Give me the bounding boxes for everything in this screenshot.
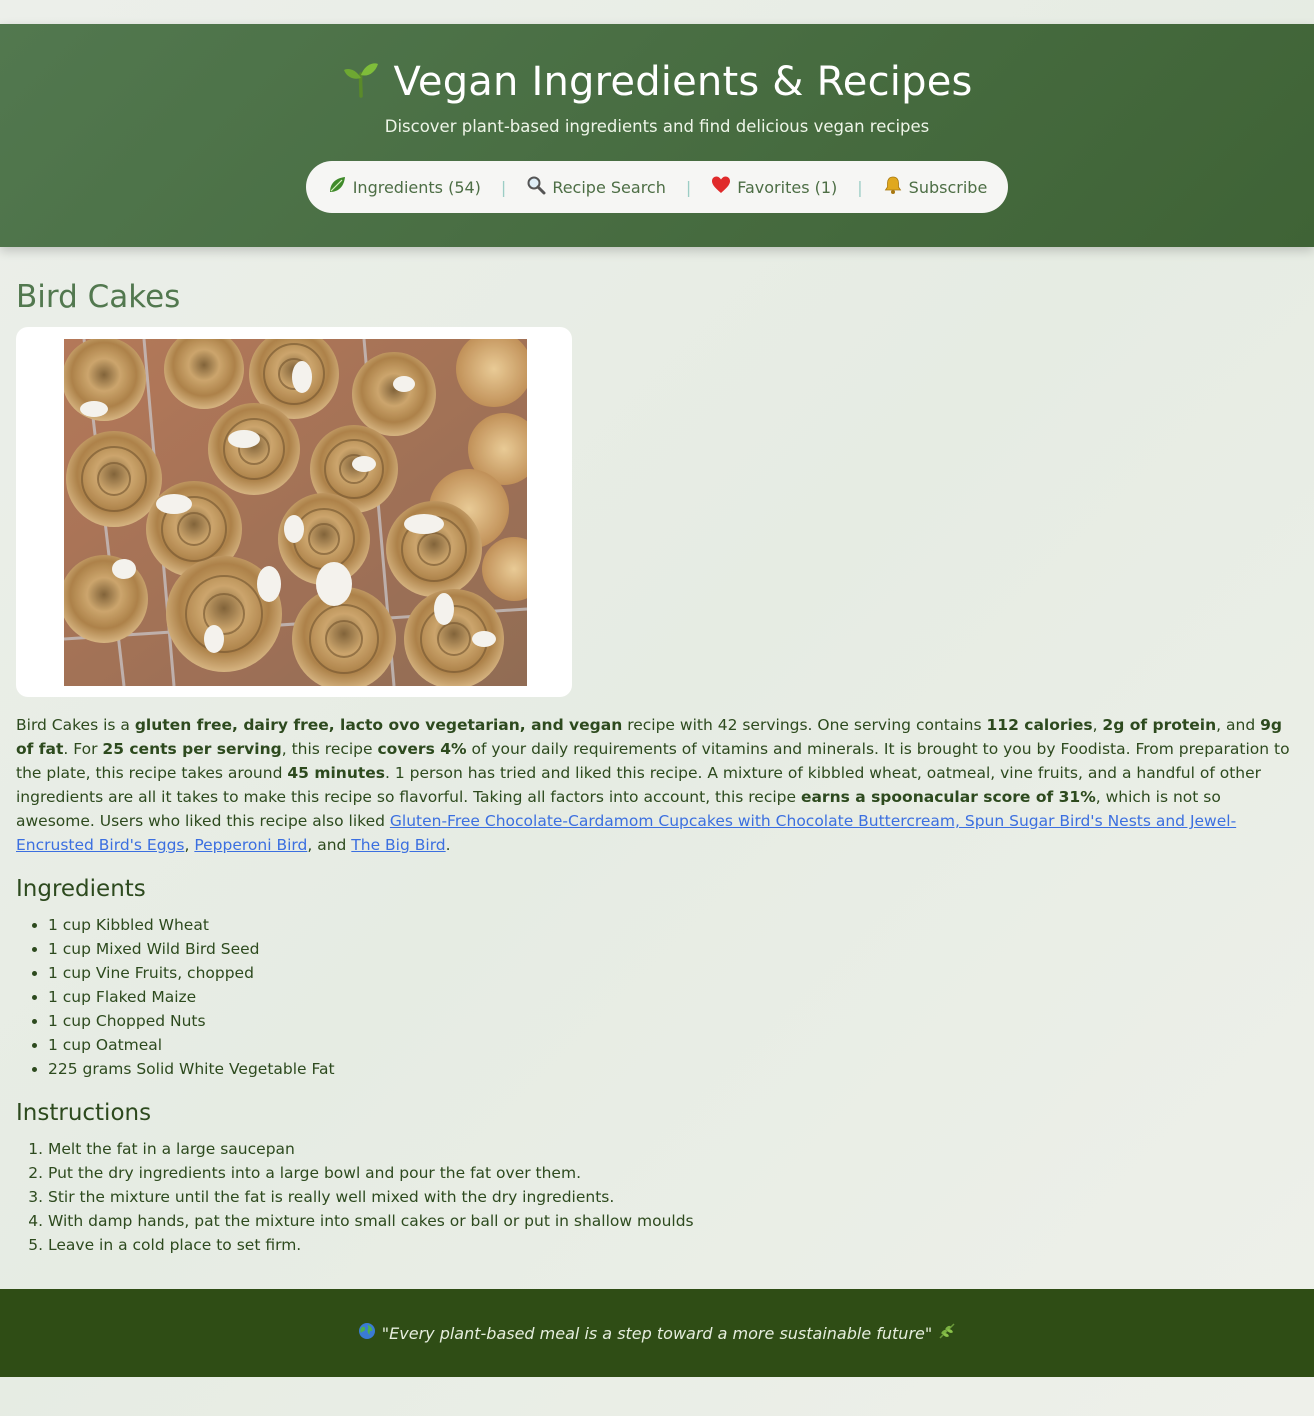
summary-text: Bird Cakes is a [16,716,135,734]
nav-ingredients[interactable]: Ingredients (54) [327,175,481,199]
site-title-text: Vegan Ingredients & Recipes [393,59,973,105]
nav-subscribe[interactable]: Subscribe [883,175,988,199]
nav-ingredients-label: Ingredients (54) [352,177,481,197]
summary-time: 45 minutes [287,764,386,782]
ingredients-heading: Ingredients [16,876,146,902]
summary-diets: gluten free, dairy free, lacto ovo veget… [134,716,623,734]
summary-calories: 112 calories [986,716,1093,734]
recipe-photo [64,339,527,686]
main-nav: Ingredients (54) | Recipe Search | Favor… [305,161,1009,213]
ingredients-list: 1 cup Kibbled Wheat 1 cup Mixed Wild Bir… [16,913,1298,1081]
site-subtitle: Discover plant-based ingredients and fin… [384,117,930,136]
herb-icon [938,1322,956,1344]
globe-icon [358,1322,376,1344]
summary-text: , and [307,836,352,854]
nav-favorites[interactable]: Favorites (1) [711,175,837,199]
summary-text: . [445,836,451,854]
instruction-step: Melt the fat in a large saucepan [48,1137,1298,1161]
summary-text: , [184,836,195,854]
bell-icon [883,175,903,199]
instruction-step: Stir the mixture until the fat is really… [48,1185,1298,1209]
summary-text: , and [1216,716,1261,734]
summary-text: , [1092,716,1103,734]
recipe-content: Bird Cakes Bird Cakes is a gluten free, … [0,247,1314,1257]
related-recipe-link[interactable]: The Big Bird [351,836,445,854]
ingredient-item: 225 grams Solid White Vegetable Fat [48,1057,1298,1081]
seedling-icon [341,58,381,109]
recipe-title: Bird Cakes [16,279,181,315]
ingredient-item: 1 cup Oatmeal [48,1033,1298,1057]
summary-text: , this recipe [281,740,378,758]
nav-recipe-search-label: Recipe Search [552,177,666,197]
nav-separator: | [500,177,507,197]
summary-text: . For [63,740,103,758]
nav-subscribe-label: Subscribe [908,177,988,197]
instruction-step: With damp hands, pat the mixture into sm… [48,1209,1298,1233]
instructions-list: Melt the fat in a large saucepan Put the… [16,1137,1298,1257]
ingredient-item: 1 cup Chopped Nuts [48,1009,1298,1033]
recipe-image-card [16,327,572,697]
nav-recipe-search[interactable]: Recipe Search [526,175,666,199]
nav-separator: | [857,177,863,197]
instruction-step: Put the dry ingredients into a large bow… [48,1161,1298,1185]
site-title: Vegan Ingredients & Recipes [0,58,1314,109]
recipe-summary: Bird Cakes is a gluten free, dairy free,… [16,713,1298,857]
site-header: Vegan Ingredients & Recipes Discover pla… [0,24,1314,247]
instruction-step: Leave in a cold place to set firm. [48,1233,1298,1257]
ingredient-item: 1 cup Flaked Maize [48,985,1298,1009]
summary-cost: 25 cents per serving [102,740,282,758]
site-footer: "Every plant-based meal is a step toward… [0,1289,1314,1377]
summary-score: earns a spoonacular score of 31% [800,788,1096,806]
heart-icon [711,175,731,199]
nav-separator: | [685,177,692,197]
ingredient-item: 1 cup Mixed Wild Bird Seed [48,937,1298,961]
instructions-heading: Instructions [16,1100,152,1126]
footer-quote: "Every plant-based meal is a step toward… [381,1323,933,1343]
leaf-icon [327,175,347,199]
nav-favorites-label: Favorites (1) [737,177,838,197]
summary-protein: 2g of protein [1102,716,1217,734]
magnifier-icon [526,175,546,199]
top-gap [0,0,1314,24]
summary-text: recipe with 42 servings. One serving con… [622,716,987,734]
related-recipe-link[interactable]: Pepperoni Bird [194,836,307,854]
ingredient-item: 1 cup Kibbled Wheat [48,913,1298,937]
ingredient-item: 1 cup Vine Fruits, chopped [48,961,1298,985]
summary-coverage: covers 4% [377,740,467,758]
